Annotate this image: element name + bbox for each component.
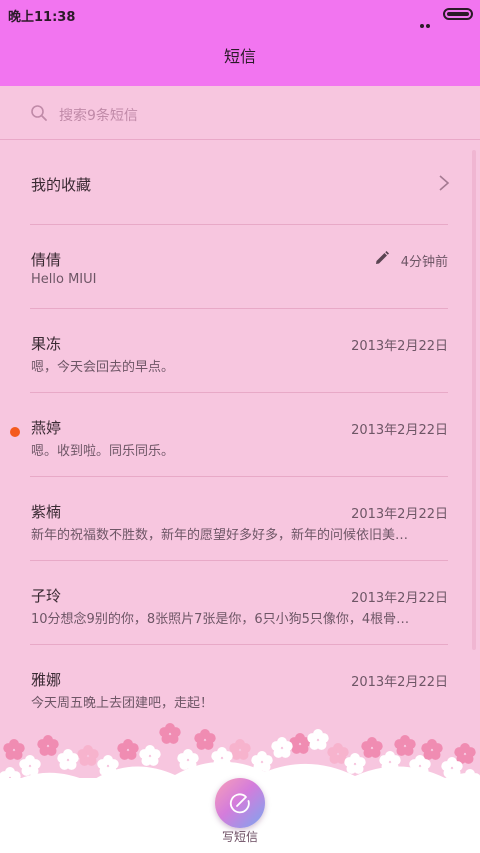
- chevron-right-icon: [439, 175, 450, 191]
- unread-dot-icon: [10, 427, 20, 437]
- message-time: 2013年2月22日: [351, 339, 448, 354]
- contact-name: 雅娜: [31, 671, 62, 689]
- page-title: 短信: [223, 47, 256, 66]
- contact-name: 子玲: [31, 587, 62, 605]
- compose-icon: [229, 793, 250, 814]
- message-preview: 嗯。收到啦。同乐同乐。: [31, 444, 175, 459]
- message-time: 4分钟前: [400, 255, 448, 270]
- battery-icon: [443, 8, 473, 20]
- message-preview: 嗯，今天会回去的早点。: [31, 360, 175, 375]
- compose-label[interactable]: 写短信: [0, 828, 480, 845]
- contact-name: 倩倩: [31, 251, 62, 269]
- favorites-label: 我的收藏: [31, 176, 92, 194]
- conversation-row[interactable]: 子玲 2013年2月22日 10分想念9别的你，8张照片7张是你，6只小狗5只像…: [0, 561, 480, 645]
- app-header: 短信: [0, 28, 480, 86]
- favorites-row[interactable]: 我的收藏: [0, 141, 480, 225]
- message-preview: 新年的祝福数不胜数，新年的愿望好多好多，新年的问候依旧美…: [31, 528, 409, 543]
- conversation-row[interactable]: 紫楠 2013年2月22日 新年的祝福数不胜数，新年的愿望好多好多，新年的问候依…: [0, 477, 480, 561]
- more-dots-icon: [420, 13, 436, 47]
- search-bar[interactable]: 搜索9条短信: [0, 86, 480, 140]
- message-preview: 10分想念9别的你，8张照片7张是你，6只小狗5只像你，4根骨…: [31, 612, 410, 627]
- message-time: 2013年2月22日: [351, 423, 448, 438]
- message-preview: Hello MIUI: [31, 272, 97, 287]
- search-icon: [31, 105, 47, 121]
- contact-name: 燕婷: [31, 419, 62, 437]
- conversation-row[interactable]: 果冻 2013年2月22日 嗯，今天会回去的早点。: [0, 309, 480, 393]
- contact-name: 紫楠: [31, 503, 62, 521]
- message-time: 2013年2月22日: [351, 591, 448, 606]
- conversation-row[interactable]: 雅娜 2013年2月22日 今天周五晚上去团建吧，走起！: [0, 645, 480, 729]
- message-time: 2013年2月22日: [351, 507, 448, 522]
- pencil-icon: [376, 251, 389, 264]
- conversation-row[interactable]: 倩倩 4分钟前 Hello MIUI: [0, 225, 480, 309]
- contact-name: 果冻: [31, 335, 62, 353]
- search-placeholder[interactable]: 搜索9条短信: [59, 105, 138, 125]
- message-preview: 今天周五晚上去团建吧，走起！: [31, 696, 214, 711]
- status-time: 晚上11:38: [8, 10, 76, 25]
- compose-button[interactable]: [215, 778, 265, 828]
- status-bar: 晚上11:38: [0, 0, 480, 47]
- message-time: 2013年2月22日: [351, 675, 448, 690]
- conversation-row[interactable]: 燕婷 2013年2月22日 嗯。收到啦。同乐同乐。: [0, 393, 480, 477]
